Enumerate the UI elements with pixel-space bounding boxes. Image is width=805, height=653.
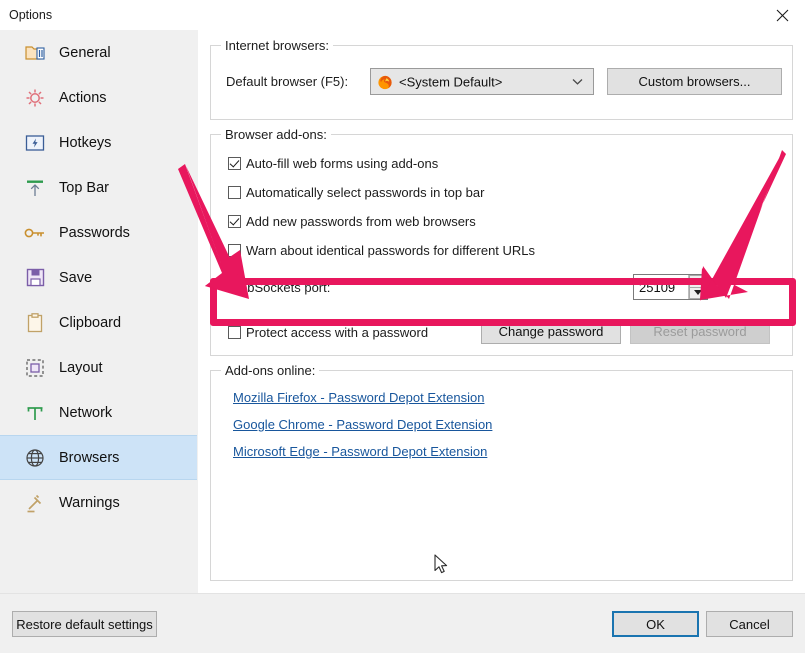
gavel-icon [24, 492, 46, 514]
options-dialog: Options General Actions Hotkeys Top Bar … [0, 0, 805, 653]
sidebar-item-label: Clipboard [59, 314, 122, 331]
clipboard-icon [24, 312, 46, 334]
stepper-buttons [688, 275, 707, 299]
websockets-port-value[interactable]: 25109 [634, 275, 688, 299]
checkbox-label: Automatically select passwords in top ba… [246, 185, 485, 200]
sidebar-item-layout[interactable]: Layout [0, 345, 197, 390]
checkbox-box [228, 244, 241, 257]
sidebar-item-label: Browsers [59, 449, 120, 466]
default-browser-dropdown[interactable]: <System Default> [370, 68, 594, 95]
sidebar-item-save[interactable]: Save [0, 255, 197, 300]
restore-default-settings-button[interactable]: Restore default settings [12, 611, 157, 637]
spinner-up-icon[interactable] [689, 275, 707, 288]
link-edge-extension[interactable]: Microsoft Edge - Password Depot Extensio… [233, 444, 487, 459]
firefox-icon [378, 75, 392, 89]
sidebar-item-network[interactable]: Network [0, 390, 197, 435]
sidebar-item-actions[interactable]: Actions [0, 75, 197, 120]
arrow-up-bar-icon [24, 177, 46, 199]
key-icon [24, 222, 46, 244]
default-browser-value: <System Default> [399, 74, 503, 89]
title-bar: Options [0, 0, 805, 30]
sidebar-item-label: Layout [59, 359, 103, 376]
browser-addons-group: Browser add-ons: Auto-fill web forms usi… [210, 127, 793, 356]
change-password-button[interactable]: Change password [481, 319, 621, 344]
sidebar: General Actions Hotkeys Top Bar Password… [0, 30, 198, 593]
sidebar-item-label: Passwords [59, 224, 130, 241]
checkbox-label: Auto-fill web forms using add-ons [246, 156, 439, 171]
layout-icon [24, 357, 46, 379]
sidebar-item-label: Save [59, 269, 93, 286]
sidebar-item-passwords[interactable]: Passwords [0, 210, 197, 255]
sidebar-item-top-bar[interactable]: Top Bar [0, 165, 197, 210]
sidebar-item-label: Warnings [59, 494, 120, 511]
addons-online-group: Add-ons online: Mozilla Firefox - Passwo… [210, 363, 793, 581]
sidebar-item-hotkeys[interactable]: Hotkeys [0, 120, 197, 165]
browser-addons-group-title: Browser add-ons: [221, 127, 331, 142]
window-title: Options [9, 8, 53, 22]
checkbox-label: Warn about identical passwords for diffe… [246, 243, 536, 258]
cancel-button[interactable]: Cancel [706, 611, 793, 637]
folder-tools-icon [24, 42, 46, 64]
checkbox-add-new-passwords[interactable]: Add new passwords from web browsers [228, 214, 476, 229]
websockets-port-label: WebSockets port: [228, 280, 331, 295]
globe-icon [24, 447, 46, 469]
checkbox-label: Add new passwords from web browsers [246, 214, 476, 229]
sidebar-item-label: Top Bar [59, 179, 109, 196]
internet-browsers-group: Internet browsers: Default browser (F5):… [210, 38, 793, 120]
sidebar-item-label: General [59, 44, 111, 61]
custom-browsers-button[interactable]: Custom browsers... [607, 68, 782, 95]
link-chrome-extension[interactable]: Google Chrome - Password Depot Extension [233, 417, 492, 432]
sidebar-item-warnings[interactable]: Warnings [0, 480, 197, 525]
checkbox-label: Protect access with a password [246, 325, 429, 340]
sidebar-item-label: Actions [59, 89, 107, 106]
addons-online-group-title: Add-ons online: [221, 363, 320, 378]
websockets-port-stepper[interactable]: 25109 [633, 274, 708, 300]
checkbox-auto-select-passwords[interactable]: Automatically select passwords in top ba… [228, 185, 484, 200]
gear-icon [24, 87, 46, 109]
reset-password-button: Reset password [630, 319, 770, 344]
checkbox-warn-identical-passwords[interactable]: Warn about identical passwords for diffe… [228, 243, 535, 258]
network-icon [24, 402, 46, 424]
close-icon [776, 9, 788, 21]
chevron-down-icon [572, 78, 583, 85]
sidebar-item-label: Network [59, 404, 113, 421]
checkbox-box [228, 186, 241, 199]
default-browser-label: Default browser (F5): [226, 74, 349, 89]
checkbox-protect-access[interactable]: Protect access with a password [228, 325, 428, 340]
sidebar-item-clipboard[interactable]: Clipboard [0, 300, 197, 345]
sidebar-item-browsers[interactable]: Browsers [0, 435, 197, 480]
checkbox-box [228, 157, 241, 170]
checkbox-box [228, 215, 241, 228]
link-firefox-extension[interactable]: Mozilla Firefox - Password Depot Extensi… [233, 390, 484, 405]
dialog-footer: Restore default settings OK Cancel [0, 593, 805, 653]
ok-button[interactable]: OK [612, 611, 699, 637]
checkbox-box [228, 326, 241, 339]
sidebar-item-label: Hotkeys [59, 134, 112, 151]
main-content: Internet browsers: Default browser (F5):… [198, 30, 805, 593]
floppy-disk-icon [24, 267, 46, 289]
close-button[interactable] [759, 0, 805, 30]
internet-browsers-group-title: Internet browsers: [221, 38, 334, 53]
checkbox-autofill-web-forms[interactable]: Auto-fill web forms using add-ons [228, 156, 438, 171]
sidebar-item-general[interactable]: General [0, 30, 197, 75]
spinner-down-icon[interactable] [689, 287, 707, 299]
keyboard-bolt-icon [24, 132, 46, 154]
